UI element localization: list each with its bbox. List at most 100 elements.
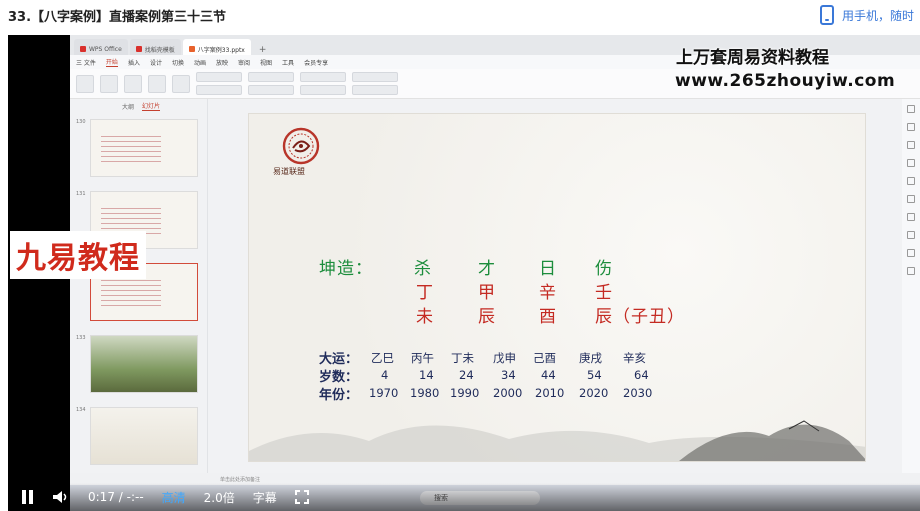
fullscreen-icon[interactable] bbox=[294, 490, 309, 504]
player-controls: 0:17 / -:-- 高清 2.0倍 字幕 bbox=[8, 483, 920, 511]
menu-member[interactable]: 会员专享 bbox=[304, 58, 328, 67]
volume-icon[interactable] bbox=[52, 490, 70, 504]
tool-icon[interactable] bbox=[907, 159, 915, 167]
font-style-buttons[interactable] bbox=[196, 85, 242, 95]
slide-preview bbox=[90, 119, 198, 177]
menu-slideshow[interactable]: 放映 bbox=[216, 58, 228, 67]
play-from-current-button[interactable] bbox=[124, 74, 142, 93]
tab-label: WPS Office bbox=[89, 45, 122, 53]
logo-text: 易道联盟 bbox=[273, 167, 305, 176]
subtitle-button[interactable]: 字幕 bbox=[253, 489, 277, 506]
thumbnail-panel-tabs: 大纲 幻灯片 bbox=[70, 99, 207, 113]
tool-icon[interactable] bbox=[907, 141, 915, 149]
tool-icon[interactable] bbox=[907, 231, 915, 239]
new-tab-button[interactable]: + bbox=[253, 45, 273, 55]
age-value: 4 bbox=[381, 368, 389, 382]
tool-icon[interactable] bbox=[907, 177, 915, 185]
slide-preview-tree bbox=[90, 335, 198, 393]
page-title: 33.【八字案例】直播案例第三十三节 bbox=[8, 9, 227, 25]
age-value: 44 bbox=[541, 368, 556, 382]
menu-tools[interactable]: 工具 bbox=[282, 58, 294, 67]
tab-slides[interactable]: 幻灯片 bbox=[142, 101, 161, 111]
age-value: 24 bbox=[459, 368, 474, 382]
new-slide-button[interactable] bbox=[148, 74, 166, 93]
dayun-pillar: 丙午 bbox=[411, 351, 434, 365]
menu-design[interactable]: 设计 bbox=[150, 58, 162, 67]
font-controls bbox=[196, 72, 242, 95]
slide-thumbnail-panel: 大纲 幻灯片 130 131 132 133 bbox=[70, 99, 208, 508]
branch-hour: 辰（子丑） bbox=[595, 307, 685, 327]
age-value: 64 bbox=[634, 368, 649, 382]
font-size-select[interactable] bbox=[248, 72, 294, 82]
tab-presentation[interactable]: 八字案例33.pptx bbox=[182, 39, 251, 55]
font-family-select[interactable] bbox=[196, 72, 242, 82]
menu-view[interactable]: 视图 bbox=[260, 58, 272, 67]
tool-icon[interactable] bbox=[907, 195, 915, 203]
video-player[interactable]: WPS Office 找稻壳模板 八字案例33.pptx + 三 文件 开始 插… bbox=[8, 35, 920, 511]
arrange-button[interactable] bbox=[352, 72, 398, 82]
slide-thumbnail[interactable]: 133 bbox=[76, 335, 202, 393]
menu-review[interactable]: 审阅 bbox=[238, 58, 250, 67]
tab-templates[interactable]: 找稻壳模板 bbox=[129, 39, 181, 55]
slide-thumbnail[interactable]: 130 bbox=[76, 119, 202, 177]
textbox-button[interactable] bbox=[300, 85, 346, 95]
slide-preview-ink bbox=[90, 407, 198, 465]
stem-month: 甲 bbox=[478, 283, 496, 303]
page: 33.【八字案例】直播案例第三十三节 用手机，随时 WPS Office 找稻壳… bbox=[0, 0, 920, 511]
age-value: 14 bbox=[419, 368, 434, 382]
pptx-icon bbox=[188, 46, 195, 52]
right-tool-strip bbox=[902, 99, 920, 485]
stem-year: 丁 bbox=[416, 283, 434, 303]
quality-button[interactable]: 高清 bbox=[162, 489, 186, 506]
menu-file[interactable]: 三 文件 bbox=[76, 58, 96, 67]
mobile-link-label: 用手机，随时 bbox=[841, 8, 914, 23]
ten-god-month: 才 bbox=[478, 259, 496, 279]
current-slide[interactable]: 易道联盟 坤造： 杀 才 日 伤 丁 甲 辛 壬 未 辰 酉 辰（子丑） 大运：… bbox=[248, 113, 866, 462]
watermark-badge: 九易教程 bbox=[10, 231, 146, 279]
layout-button[interactable] bbox=[172, 74, 190, 93]
stem-day: 辛 bbox=[539, 283, 557, 303]
tool-icon[interactable] bbox=[907, 213, 915, 221]
branch-month: 辰 bbox=[478, 307, 496, 327]
drawing-controls bbox=[300, 72, 346, 95]
dayun-pillar: 丁未 bbox=[451, 351, 474, 365]
menu-animation[interactable]: 动画 bbox=[194, 58, 206, 67]
notes-placeholder: 单击此处添加备注 bbox=[220, 476, 261, 483]
tab-outline[interactable]: 大纲 bbox=[122, 102, 134, 111]
dayun-pillar: 乙巳 bbox=[371, 351, 394, 365]
tool-icon[interactable] bbox=[907, 249, 915, 257]
paste-button[interactable] bbox=[100, 74, 118, 93]
slide-thumbnail[interactable]: 134 bbox=[76, 407, 202, 465]
tool-icon[interactable] bbox=[907, 123, 915, 131]
slide-number: 134 bbox=[76, 407, 86, 413]
ten-god-day: 日 bbox=[539, 259, 557, 279]
tool-icon[interactable] bbox=[907, 267, 915, 275]
menu-insert[interactable]: 插入 bbox=[128, 58, 140, 67]
paragraph-controls bbox=[248, 72, 294, 95]
speed-button[interactable]: 2.0倍 bbox=[204, 489, 235, 506]
phone-icon bbox=[819, 5, 834, 25]
find-button[interactable] bbox=[352, 85, 398, 95]
menu-home[interactable]: 开始 bbox=[105, 57, 118, 67]
ink-mountains-decoration bbox=[249, 420, 865, 461]
menu-transition[interactable]: 切换 bbox=[172, 58, 184, 67]
mobile-link[interactable]: 用手机，随时 bbox=[819, 5, 914, 25]
slide-number: 130 bbox=[76, 119, 86, 125]
ten-god-hour: 伤 bbox=[595, 259, 613, 279]
yidao-logo-icon bbox=[282, 127, 320, 165]
tool-icon[interactable] bbox=[907, 105, 915, 113]
pause-icon[interactable] bbox=[22, 490, 34, 504]
ten-god-year: 杀 bbox=[414, 259, 432, 279]
page-header: 33.【八字案例】直播案例第三十三节 用手机，随时 bbox=[0, 0, 920, 30]
branch-day: 酉 bbox=[539, 307, 557, 327]
tab-label: 八字案例33.pptx bbox=[197, 46, 245, 54]
align-buttons[interactable] bbox=[248, 85, 294, 95]
dayun-label: 大运： bbox=[319, 352, 359, 367]
branch-year: 未 bbox=[416, 307, 434, 327]
format-painter-button[interactable] bbox=[76, 74, 94, 93]
stem-hour: 壬 bbox=[595, 283, 613, 303]
arrange-controls bbox=[352, 72, 398, 95]
tab-wps-office[interactable]: WPS Office bbox=[74, 39, 128, 55]
age-value: 54 bbox=[587, 368, 602, 382]
shape-button[interactable] bbox=[300, 72, 346, 82]
